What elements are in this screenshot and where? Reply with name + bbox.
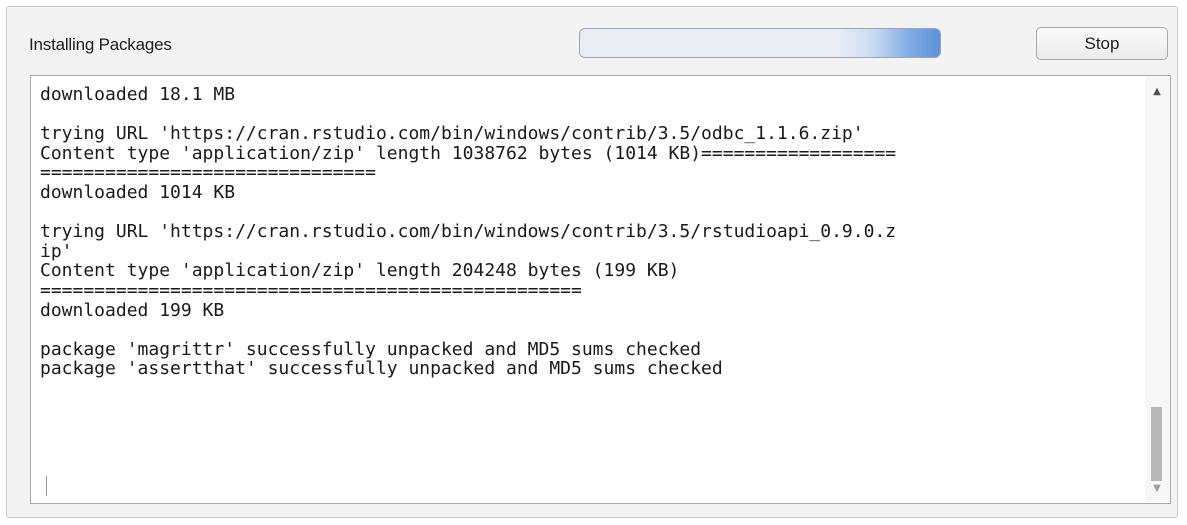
dialog-title: Installing Packages (29, 35, 172, 54)
text-cursor (46, 476, 47, 496)
scrollbar-thumb[interactable] (1151, 407, 1162, 481)
scroll-up-arrow-icon[interactable]: ▲ (1145, 85, 1169, 99)
progress-bar (579, 28, 941, 58)
scroll-down-arrow-icon[interactable]: ▼ (1145, 482, 1169, 496)
install-packages-dialog: Installing Packages Stop downloaded 18.1… (6, 6, 1178, 518)
stop-button[interactable]: Stop (1036, 27, 1168, 60)
output-console: downloaded 18.1 MB trying URL 'https://c… (30, 75, 1171, 504)
progress-bar-fill (580, 29, 940, 57)
vertical-scrollbar[interactable]: ▲ ▼ (1145, 77, 1169, 502)
console-output-text: downloaded 18.1 MB trying URL 'https://c… (40, 84, 897, 380)
